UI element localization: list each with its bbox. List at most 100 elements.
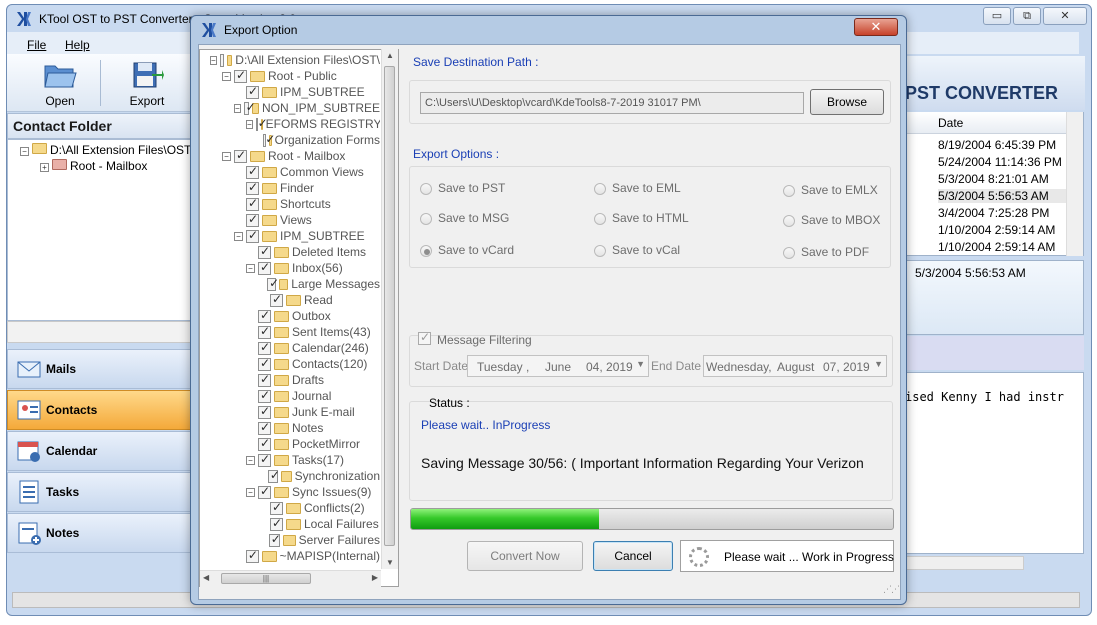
tree-node-checkbox[interactable] — [258, 308, 271, 323]
tree-node-checkbox[interactable] — [246, 84, 259, 99]
nav-mails[interactable]: Mails — [7, 349, 192, 389]
tree-node-checkbox[interactable] — [246, 196, 259, 211]
export-option-radio[interactable]: Save to vCal — [594, 243, 680, 257]
collapse-icon[interactable]: − — [234, 103, 241, 113]
scroll-left-icon[interactable]: ◀ — [203, 573, 209, 582]
tree-node-checkbox[interactable] — [270, 292, 283, 307]
tree-node-checkbox[interactable] — [270, 500, 283, 515]
collapse-icon[interactable]: − — [222, 71, 231, 81]
tree-node-checkbox[interactable] — [258, 388, 271, 403]
tree-node-checkbox[interactable] — [258, 340, 271, 355]
resize-grip-icon[interactable]: ⋰⋰ — [883, 585, 900, 598]
collapse-icon[interactable]: − — [246, 487, 255, 497]
tree-node[interactable]: − NON_IPM_SUBTREE — [234, 100, 380, 116]
tree-node[interactable]: − D:\All Extension Files\OST\ — [210, 52, 380, 68]
export-option-radio[interactable]: Save to EMLX — [783, 183, 878, 197]
tree-node-checkbox[interactable] — [258, 436, 271, 451]
tree-node-checkbox[interactable] — [258, 404, 271, 419]
tree-node-checkbox[interactable] — [258, 372, 271, 387]
tree-node-checkbox[interactable] — [267, 468, 280, 483]
tree-node[interactable]: Large Messages — [258, 276, 380, 292]
grid-row-date[interactable]: 5/3/2004 8:21:01 AM — [938, 172, 1049, 186]
radio-icon[interactable] — [783, 246, 795, 259]
tree-node-checkbox[interactable] — [219, 53, 225, 67]
expand-icon[interactable]: + — [40, 163, 49, 172]
tree-node[interactable]: Conflicts(2) — [258, 500, 365, 516]
main-close-button[interactable]: ✕ — [1043, 7, 1087, 25]
tree-node[interactable]: Sent Items(43) — [246, 324, 371, 340]
tree-node[interactable]: IPM_SUBTREE — [234, 84, 365, 100]
body-hscrollbar[interactable] — [906, 556, 1024, 570]
start-date-picker[interactable]: Tuesday , June 04, 2019 ▼ — [467, 355, 649, 377]
tree-node[interactable]: − Root - Public — [222, 68, 337, 84]
tree-node[interactable]: − Root - Mailbox — [222, 148, 345, 164]
tree-node-checkbox[interactable] — [234, 148, 247, 163]
tree-node-checkbox[interactable] — [258, 260, 271, 275]
export-option-radio[interactable]: Save to vCard — [420, 243, 514, 257]
collapse-icon[interactable]: − — [234, 231, 243, 241]
collapse-icon[interactable]: − — [246, 455, 255, 465]
nav-tasks[interactable]: Tasks — [7, 472, 192, 512]
radio-icon[interactable] — [594, 212, 606, 225]
collapse-icon[interactable]: − — [246, 119, 253, 129]
save-path-input[interactable]: C:\Users\U\Desktop\vcard\KdeTools8-7-201… — [420, 92, 804, 114]
export-option-radio[interactable]: Save to PST — [420, 181, 505, 195]
scroll-up-icon[interactable]: ▲ — [386, 51, 394, 60]
start-date-dropdown-icon[interactable]: ▼ — [636, 359, 645, 369]
tree-node-checkbox[interactable] — [246, 180, 259, 195]
contact-tree-root[interactable]: − D:\All Extension Files\OST\ — [20, 143, 195, 157]
scroll-right-icon[interactable]: ▶ — [372, 573, 378, 582]
tree-node-checkbox[interactable] — [267, 276, 280, 291]
collapse-icon[interactable]: − — [222, 151, 231, 161]
tree-node[interactable]: ~MAPISP(Internal) — [234, 548, 380, 564]
message-filtering-checkbox[interactable] — [418, 330, 431, 345]
radio-icon[interactable] — [420, 182, 432, 195]
grid-row-date[interactable]: 8/19/2004 6:45:39 PM — [938, 138, 1056, 152]
radio-icon[interactable] — [420, 244, 432, 257]
tree-node[interactable]: Organization Forms — [258, 132, 380, 148]
export-option-radio[interactable]: Save to MBOX — [783, 213, 880, 227]
grid-row-date-selected[interactable]: 5/3/2004 5:56:53 AM — [938, 189, 1066, 203]
open-button[interactable]: Open — [25, 58, 95, 110]
tree-node[interactable]: Notes — [246, 420, 323, 436]
collapse-icon[interactable]: − — [20, 147, 29, 156]
scroll-down-icon[interactable]: ▼ — [386, 558, 394, 567]
export-option-radio[interactable]: Save to PDF — [783, 245, 869, 259]
tree-node-checkbox[interactable] — [243, 100, 255, 115]
browse-button[interactable]: Browse — [810, 89, 884, 115]
tree-node[interactable]: Journal — [246, 388, 331, 404]
tree-node[interactable]: Read — [258, 292, 333, 308]
tree-node-checkbox[interactable] — [234, 68, 247, 83]
tree-node-checkbox[interactable] — [268, 532, 281, 547]
tree-node-checkbox[interactable] — [258, 484, 271, 499]
tree-node-checkbox[interactable] — [258, 420, 271, 435]
tree-node-checkbox[interactable] — [258, 244, 271, 259]
tree-node-checkbox[interactable] — [263, 132, 274, 147]
menu-file[interactable]: File — [27, 38, 46, 52]
nav-contacts[interactable]: Contacts — [7, 390, 192, 430]
export-option-radio[interactable]: Save to EML — [594, 181, 681, 195]
tree-node[interactable]: Local Failures — [258, 516, 379, 532]
radio-icon[interactable] — [783, 184, 795, 197]
collapse-icon[interactable]: − — [246, 263, 255, 273]
tree-node[interactable]: − IPM_SUBTREE — [234, 228, 365, 244]
grid-scrollbar[interactable] — [1066, 112, 1083, 256]
tree-node[interactable]: − Inbox(56) — [246, 260, 343, 276]
tree-hscroll-thumb[interactable]: ||| — [221, 573, 311, 584]
radio-icon[interactable] — [783, 214, 795, 227]
tree-node[interactable]: Outbox — [246, 308, 331, 324]
export-option-radio[interactable]: Save to HTML — [594, 211, 689, 225]
tree-node[interactable]: PocketMirror — [246, 436, 360, 452]
grid-row-date[interactable]: 1/10/2004 2:59:14 AM — [938, 223, 1055, 237]
export-button[interactable]: Export — [112, 58, 182, 110]
tree-node-checkbox[interactable] — [270, 516, 283, 531]
tree-node[interactable]: Junk E-mail — [246, 404, 355, 420]
tree-node[interactable]: Synchronization — [258, 468, 380, 484]
tree-node[interactable]: Deleted Items — [246, 244, 366, 260]
end-date-dropdown-icon[interactable]: ▼ — [874, 359, 883, 369]
cancel-button[interactable]: Cancel — [593, 541, 673, 571]
tree-node-checkbox[interactable] — [258, 356, 271, 371]
radio-icon[interactable] — [594, 244, 606, 257]
grid-date-header[interactable]: Date — [906, 112, 1066, 134]
tree-node[interactable]: Views — [234, 212, 312, 228]
